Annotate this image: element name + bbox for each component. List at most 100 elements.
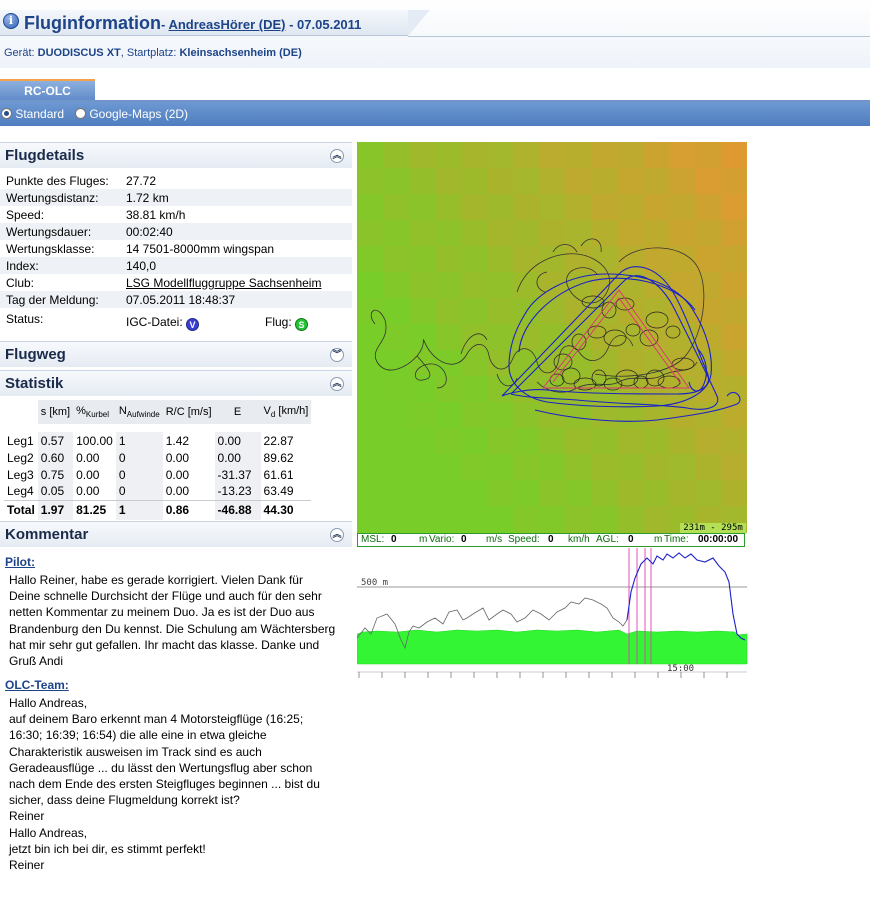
radio-google-maps[interactable] — [75, 108, 86, 119]
terrain-cell — [565, 506, 592, 533]
terrain-cell — [487, 506, 514, 533]
terrain-cell — [539, 194, 566, 221]
terrain-cell — [617, 194, 644, 221]
terrain-cell — [617, 142, 644, 169]
collapse-kommentar-icon[interactable]: ︽ — [330, 528, 344, 542]
flight-status-icon[interactable]: S — [295, 318, 309, 331]
terrain-cell — [513, 168, 540, 195]
terrain-cell — [383, 220, 410, 247]
section-statistik: Statistik ︽ — [0, 370, 352, 396]
terrain-cell — [617, 298, 644, 325]
terrain-cell — [565, 480, 592, 507]
terrain-cell — [721, 480, 747, 507]
barogram[interactable]: 500 m 15:00 — [357, 548, 749, 682]
terrain-cell — [617, 428, 644, 455]
readout-time-label: Time: — [664, 534, 689, 545]
terrain-cell — [487, 428, 514, 455]
terrain-cell — [435, 142, 462, 169]
cell-s: 0.75 — [37, 466, 74, 483]
terrain-cell — [617, 480, 644, 507]
terrain-cell — [617, 220, 644, 247]
terrain-cell — [695, 168, 722, 195]
baro-500m-label: 500 m — [361, 578, 388, 588]
section-kommentar-title: Kommentar — [5, 526, 89, 543]
terrain-cell — [539, 506, 566, 533]
cell-e: -31.37 — [214, 466, 261, 483]
terrain-cell — [409, 272, 436, 299]
collapse-statistik-icon[interactable]: ︽ — [330, 377, 344, 391]
terrain-cell — [565, 298, 592, 325]
terrain-cell — [435, 298, 462, 325]
terrain-cell — [539, 220, 566, 247]
subline-comma: , — [120, 47, 124, 59]
total-aufwinde: 1 — [115, 499, 163, 520]
terrain-cell — [565, 220, 592, 247]
terrain-cell — [357, 376, 384, 403]
terrain-cell — [383, 506, 410, 533]
terrain-cell — [539, 272, 566, 299]
terrain-cell — [695, 350, 722, 377]
terrain-cell — [487, 454, 514, 481]
terrain-cell — [695, 454, 722, 481]
terrain-cell — [357, 142, 384, 169]
radio-standard[interactable] — [1, 108, 12, 119]
readout-speed-unit: km/h — [568, 534, 590, 545]
cell-rc: 0.00 — [165, 450, 190, 465]
terrain-cell — [565, 454, 592, 481]
terrain-cell — [409, 402, 436, 429]
view-option-standard[interactable]: Standard — [1, 107, 64, 121]
terrain-cell — [591, 142, 618, 169]
detail-row: Index: 140,0 — [0, 257, 352, 274]
pilot-link[interactable]: AndreasHörer (DE) — [168, 17, 285, 32]
terrain-cell — [695, 194, 722, 221]
detail-value: LSG Modellfluggruppe Sachsenheim — [126, 276, 321, 290]
cell-e: -13.23 — [214, 483, 261, 500]
terrain-cell — [409, 454, 436, 481]
terrain-cell — [721, 428, 747, 455]
terrain-cell — [435, 428, 462, 455]
terrain-cell — [487, 142, 514, 169]
expand-flugweg-icon[interactable]: ︾ — [330, 348, 344, 362]
detail-row-status: Status: IGC-Datei: V Flug: S — [0, 310, 352, 334]
terrain-cell — [409, 428, 436, 455]
collapse-flugdetails-icon[interactable]: ︽ — [330, 149, 344, 163]
view-option-google-maps[interactable]: Google-Maps (2D) — [75, 107, 188, 121]
terrain-cell — [435, 168, 462, 195]
igc-verified-icon[interactable]: V — [186, 318, 200, 331]
header-vd-text: V — [263, 404, 271, 417]
terrain-cell — [461, 402, 488, 429]
terrain-cell — [539, 168, 566, 195]
flight-date: 07.05.2011 — [297, 17, 362, 32]
terrain-cell — [721, 142, 747, 169]
igc-status: IGC-Datei: V — [126, 315, 200, 331]
terrain-cell — [487, 194, 514, 221]
header-aufwinde: NAufwinde — [115, 400, 163, 424]
terrain-cell — [721, 402, 747, 429]
terrain-cell — [565, 194, 592, 221]
page-title: Fluginformation- AndreasHörer (DE) - 07.… — [24, 13, 361, 34]
terrain-cell — [487, 376, 514, 403]
terrain-cell — [461, 428, 488, 455]
terrain-cell — [487, 168, 514, 195]
flight-map[interactable] — [357, 142, 747, 534]
terrain-cell — [513, 480, 540, 507]
section-flugweg: Flugweg ︾ — [0, 341, 352, 367]
club-link[interactable]: LSG Modellfluggruppe Sachsenheim — [126, 276, 321, 290]
comment-pilot-text: Hallo Reiner, habe es gerade korrigiert.… — [9, 573, 336, 669]
comment-team-label: OLC-Team: — [5, 678, 69, 692]
terrain-cell — [383, 402, 410, 429]
tab-rc-olc[interactable]: RC-OLC — [0, 79, 95, 102]
terrain-cell — [617, 506, 644, 533]
title-underline — [408, 36, 870, 37]
terrain-cell — [669, 272, 696, 299]
terrain-cell — [383, 272, 410, 299]
cell-vd: 61.61 — [263, 467, 294, 482]
terrain-cell — [357, 428, 384, 455]
terrain-cell — [643, 142, 670, 169]
terrain-cell — [461, 324, 488, 351]
cell-kurbel: 0.00 — [76, 467, 100, 482]
total-e: -46.88 — [214, 499, 261, 520]
terrain-cell — [643, 298, 670, 325]
terrain-cell — [383, 350, 410, 377]
table-row: Leg4 0.05 0.00 0 0.00 -13.23 63.49 — [4, 483, 311, 500]
